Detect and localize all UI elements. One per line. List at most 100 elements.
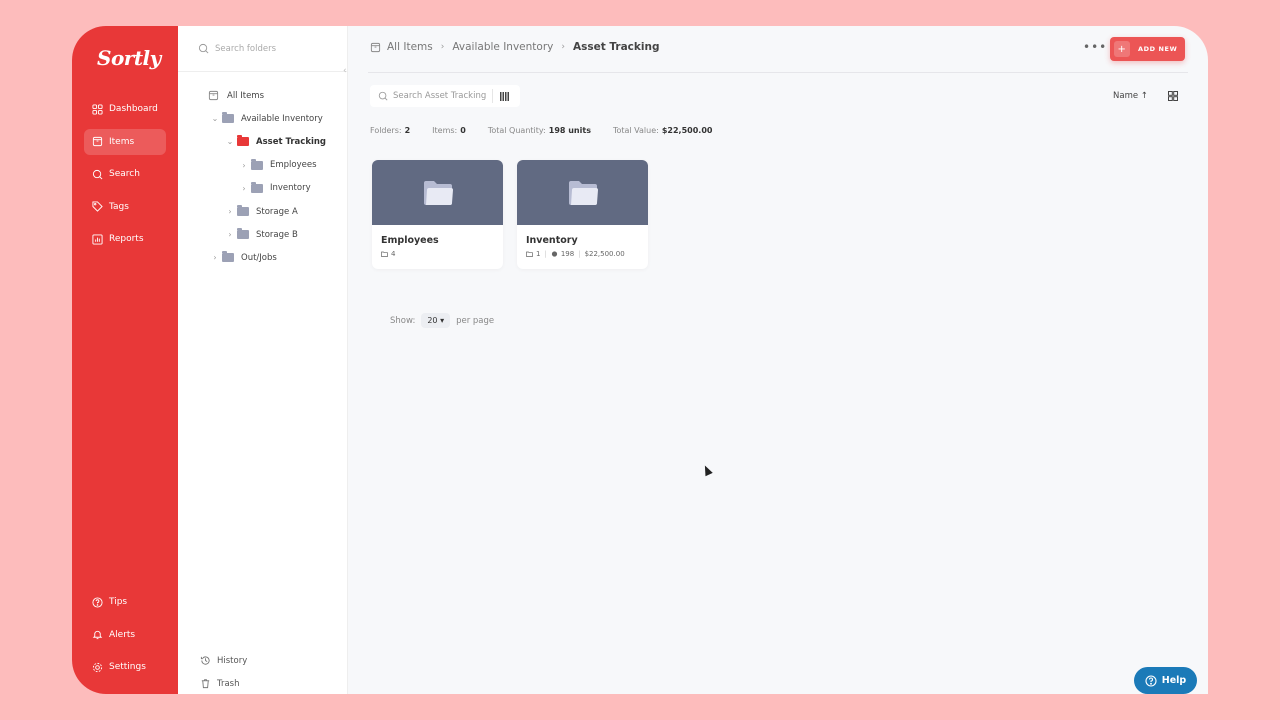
history-label: History [217, 655, 248, 666]
help-button[interactable]: Help [1134, 667, 1197, 694]
folder-icon [423, 180, 453, 205]
folder-card-employees[interactable]: Employees 4 [372, 160, 503, 269]
stat-folders: Folders: 2 [370, 126, 411, 135]
folder-tree: All Items ⌄ Available Inventory ⌄ Asset … [208, 84, 326, 270]
plus-icon: + [1114, 41, 1130, 57]
chevron-right-icon: › [561, 42, 565, 52]
folder-icon [251, 181, 263, 193]
sidebar-item-reports[interactable]: Reports [84, 226, 166, 252]
folder-card-inventory[interactable]: Inventory 1 | 198 | $22,500.00 [517, 160, 648, 269]
sidebar-item-items[interactable]: Items [84, 128, 166, 155]
trash-label: Trash [217, 678, 240, 689]
sidebar-item-tags[interactable]: Tags [84, 194, 166, 220]
search-input[interactable]: Search Asset Tracking [370, 85, 520, 107]
per-page-label: per page [456, 315, 495, 326]
folder-card-meta: 4 [372, 246, 503, 258]
summary-stats: Folders: 2 Items: 0 Total Quantity: 198 uni… [370, 126, 734, 135]
chevron-right-icon[interactable]: › [223, 230, 237, 239]
folder-thumbnail [372, 160, 503, 225]
chevron-down-icon[interactable]: ⌄ [223, 137, 237, 146]
sidebar-item-dashboard[interactable]: Dashboard [84, 96, 166, 122]
tree-item-storage-b[interactable]: › Storage B [208, 223, 326, 246]
chevron-right-icon[interactable]: › [237, 161, 251, 170]
app-window: Sortly Dashboard Items Search Tags Repor… [72, 26, 1208, 694]
quantity-icon [551, 251, 557, 257]
sidebar-item-settings[interactable]: Settings [84, 654, 166, 680]
breadcrumb-current: Asset Tracking [572, 41, 660, 53]
folder-icon [251, 158, 263, 170]
folder-search-input[interactable]: Search folders [178, 26, 348, 72]
folder-icon [222, 112, 234, 124]
more-options-button[interactable]: ••• [1083, 40, 1107, 54]
breadcrumb-all-items[interactable]: All Items [387, 41, 433, 53]
sort-button[interactable]: Name ↑ [1113, 91, 1148, 101]
help-circle-icon [1145, 674, 1157, 687]
bell-icon [92, 630, 103, 640]
pagination: Show: 20 ▾ per page [390, 313, 494, 328]
sidebar-item-label: Dashboard [109, 104, 158, 114]
tree-item-storage-a[interactable]: › Storage A [208, 200, 326, 223]
items-icon [370, 42, 381, 52]
logo: Sortly [97, 46, 161, 70]
sidebar-bottom-nav: Tips Alerts Settings [84, 589, 166, 687]
sidebar-item-label: Search [109, 169, 140, 179]
sidebar: Sortly Dashboard Items Search Tags Repor… [72, 26, 178, 694]
tree-item-all-items[interactable]: All Items [208, 84, 326, 107]
tree-item-out-jobs[interactable]: › Out/Jobs [208, 246, 326, 269]
tree-item-inventory[interactable]: › Inventory [208, 177, 326, 200]
breadcrumb-available-inventory[interactable]: Available Inventory [452, 41, 553, 53]
folder-card-title: Inventory [526, 235, 578, 246]
folder-icon [237, 205, 249, 217]
tree-item-label: Available Inventory [241, 113, 323, 124]
chevron-right-icon[interactable]: › [208, 253, 222, 262]
folder-card-meta: 1 | 198 | $22,500.00 [517, 246, 648, 258]
sidebar-item-tips[interactable]: Tips [84, 589, 166, 615]
tree-item-available-inventory[interactable]: ⌄ Available Inventory [208, 107, 326, 130]
dashboard-icon [92, 103, 103, 115]
tree-item-label: Asset Tracking [256, 136, 327, 147]
add-new-button[interactable]: + ADD NEW [1110, 37, 1185, 61]
sidebar-item-search[interactable]: Search [84, 161, 166, 187]
tree-item-label: Storage B [256, 229, 298, 240]
history-link[interactable]: History [200, 649, 247, 672]
sidebar-item-alerts[interactable]: Alerts [84, 622, 166, 648]
sidebar-item-label: Items [109, 136, 135, 147]
chevron-right-icon: › [440, 42, 445, 52]
breadcrumb: All Items › Available Inventory › Asset … [370, 41, 659, 53]
sidebar-item-label: Tags [109, 201, 129, 212]
sidebar-nav: Dashboard Items Search Tags Reports [84, 96, 166, 259]
search-icon [378, 91, 388, 101]
grid-view-icon[interactable] [1168, 91, 1178, 101]
tree-item-label: All Items [227, 90, 265, 101]
items-icon [92, 136, 103, 147]
chevron-down-icon[interactable]: ⌄ [208, 114, 222, 123]
tree-item-asset-tracking[interactable]: ⌄ Asset Tracking [208, 130, 326, 153]
tree-item-employees[interactable]: › Employees [208, 154, 326, 177]
barcode-icon[interactable] [500, 91, 511, 101]
folder-icon [568, 180, 598, 205]
trash-link[interactable]: Trash [200, 672, 247, 694]
divider [492, 89, 494, 103]
chevron-right-icon[interactable]: › [237, 184, 251, 193]
stat-items: Items: 0 [432, 126, 466, 135]
stat-total-quantity: Total Quantity: 198 units [487, 126, 591, 135]
add-new-label: ADD NEW [1138, 45, 1178, 53]
sidebar-item-label: Tips [109, 597, 128, 607]
tag-icon [92, 201, 103, 212]
folder-panel: Search folders ‹ All Items ⌄ Available I… [178, 26, 348, 694]
folder-icon [237, 135, 249, 147]
main-content: All Items › Available Inventory › Asset … [348, 26, 1208, 694]
stat-total-value: Total Value: $22,500.00 [612, 126, 713, 135]
gear-icon [92, 662, 103, 672]
collapse-panel-button[interactable]: ‹ [343, 66, 347, 76]
tree-item-label: Employees [270, 160, 317, 171]
header-divider [368, 72, 1188, 73]
help-circle-icon [92, 596, 103, 608]
per-page-select[interactable]: 20 ▾ [421, 313, 451, 328]
folder-icon [222, 251, 234, 263]
sidebar-item-label: Settings [109, 662, 146, 672]
history-icon [200, 656, 210, 665]
folder-panel-bottom: History Trash [200, 649, 247, 694]
search-icon [198, 43, 209, 54]
chevron-right-icon[interactable]: › [223, 207, 237, 216]
